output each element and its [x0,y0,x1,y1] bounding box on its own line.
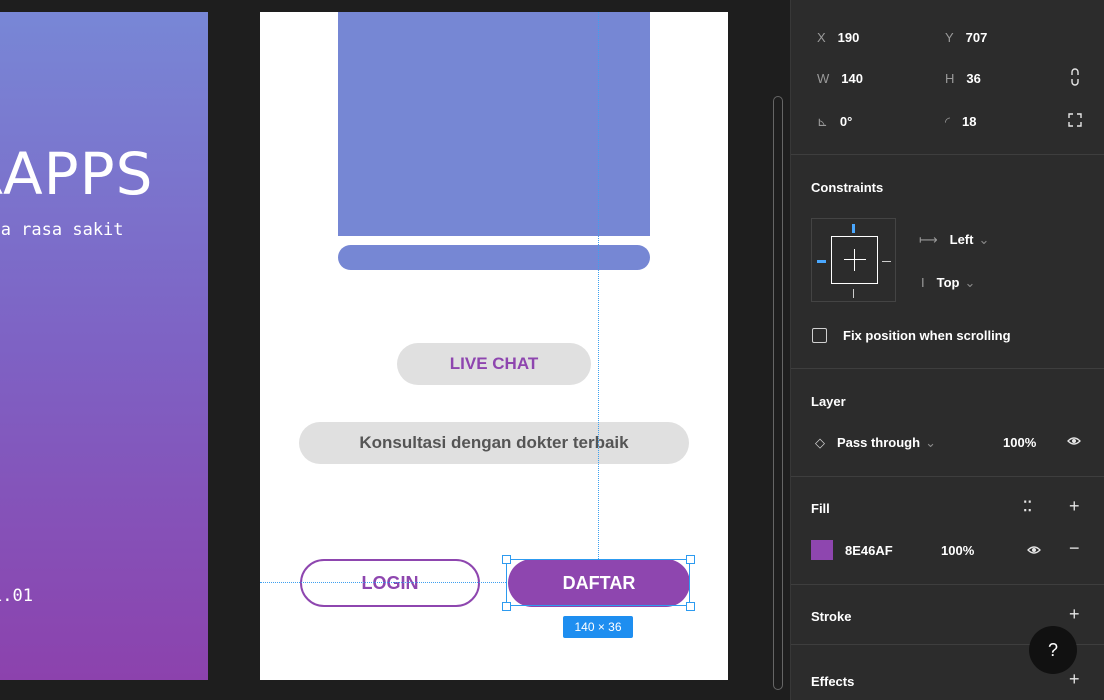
layer-title: Layer [811,394,846,409]
x-value: 190 [837,30,860,45]
fix-position-label: Fix position when scrolling [843,328,1011,343]
blend-drop-icon: ◇ [815,435,825,450]
divider [791,476,1104,477]
height-field[interactable]: H 36 [945,71,981,86]
blend-mode-dropdown[interactable]: ◇ Pass through ⌄ [815,435,936,451]
x-label: X [817,30,826,45]
constraint-inner-box [831,236,878,284]
x-field[interactable]: X 190 [817,30,859,45]
constraint-top-active[interactable] [852,224,855,233]
effects-title: Effects [811,674,855,689]
chevron-down-icon: ⌄ [964,275,976,290]
divider [791,154,1104,155]
fix-position-checkbox[interactable] [812,328,827,343]
rotation-value: 0° [839,114,853,129]
vertical-constraint-value: Top [936,275,960,290]
vertical-constraint-icon: I [921,275,925,290]
guide-vertical [598,12,599,559]
splash-version: 1.01 [0,586,33,606]
style-grid-icon[interactable]: ⁚⁚ [1023,498,1032,515]
resize-handle-bottom-right[interactable] [686,602,695,611]
rotation-icon: ⊾ [817,114,828,129]
vertical-constraint-dropdown[interactable]: I Top ⌄ [921,275,975,291]
resize-handle-bottom-left[interactable] [502,602,511,611]
selection-box[interactable] [506,559,690,606]
horizontal-constraint-dropdown[interactable]: ⟼ Left ⌄ [919,232,989,248]
remove-fill-icon[interactable]: − [1069,538,1080,559]
splash-frame[interactable]: RAPPS anpa rasa sakit 1.01 [0,12,208,680]
live-chat-button[interactable]: LIVE CHAT [397,343,591,385]
layer-opacity[interactable]: 100% [1003,435,1036,450]
h-label: H [945,71,955,86]
hero-image-placeholder[interactable] [338,12,650,236]
fill-color-swatch[interactable] [811,540,833,560]
divider [791,368,1104,369]
width-field[interactable]: W 140 [817,71,863,86]
independent-corners-icon[interactable] [1067,112,1083,131]
canvas-scrollbar[interactable] [773,96,783,690]
rotation-field[interactable]: ⊾ 0° [817,114,852,130]
help-button[interactable]: ? [1029,626,1077,674]
design-panel: X 190 Y 707 W 140 H 36 ⊾ 0° ◜ 18 Constraints ⟼… [790,0,1104,700]
login-button[interactable]: LOGIN [300,559,480,607]
constraint-right[interactable] [882,261,891,262]
fill-eye-icon[interactable] [1027,543,1041,560]
fill-title: Fill [811,501,830,516]
add-effect-icon[interactable]: + [1069,669,1080,690]
horizontal-constraint-icon: ⟼ [919,232,938,247]
blend-mode-value: Pass through [837,435,921,450]
constrain-proportions-icon[interactable] [1069,68,1081,89]
constraint-widget[interactable] [811,218,896,302]
design-canvas[interactable]: RAPPS anpa rasa sakit 1.01 LIVE CHAT Kon… [0,0,790,700]
splash-title: RAPPS [0,140,154,208]
divider [791,584,1104,585]
size-badge: 140 × 36 [563,616,633,638]
y-label: Y [945,30,954,45]
h-value: 36 [966,71,981,86]
resize-handle-top-left[interactable] [502,555,511,564]
y-field[interactable]: Y 707 [945,30,987,45]
hero-bar[interactable] [338,245,650,270]
corner-radius-field[interactable]: ◜ 18 [945,114,977,130]
corner-radius-icon: ◜ [945,114,951,129]
horizontal-constraint-value: Left [949,232,974,247]
chevron-down-icon: ⌄ [978,232,990,247]
fill-hex-value[interactable]: 8E46AF [845,543,893,558]
add-fill-icon[interactable]: + [1069,496,1080,517]
w-label: W [817,71,830,86]
chevron-down-icon: ⌄ [925,435,936,450]
splash-subtitle: anpa rasa sakit [0,220,124,240]
add-stroke-icon[interactable]: + [1069,604,1080,625]
consult-button[interactable]: Konsultasi dengan dokter terbaik [299,422,689,464]
resize-handle-top-right[interactable] [686,555,695,564]
eye-icon[interactable] [1067,434,1081,451]
fill-opacity[interactable]: 100% [941,543,974,558]
corner-radius-value: 18 [962,114,977,129]
constraint-bottom[interactable] [853,289,854,298]
constraint-left-active[interactable] [817,260,826,263]
y-value: 707 [965,30,988,45]
constraints-title: Constraints [811,180,884,195]
stroke-title: Stroke [811,609,852,624]
w-value: 140 [841,71,863,86]
guide-horizontal [260,582,506,583]
